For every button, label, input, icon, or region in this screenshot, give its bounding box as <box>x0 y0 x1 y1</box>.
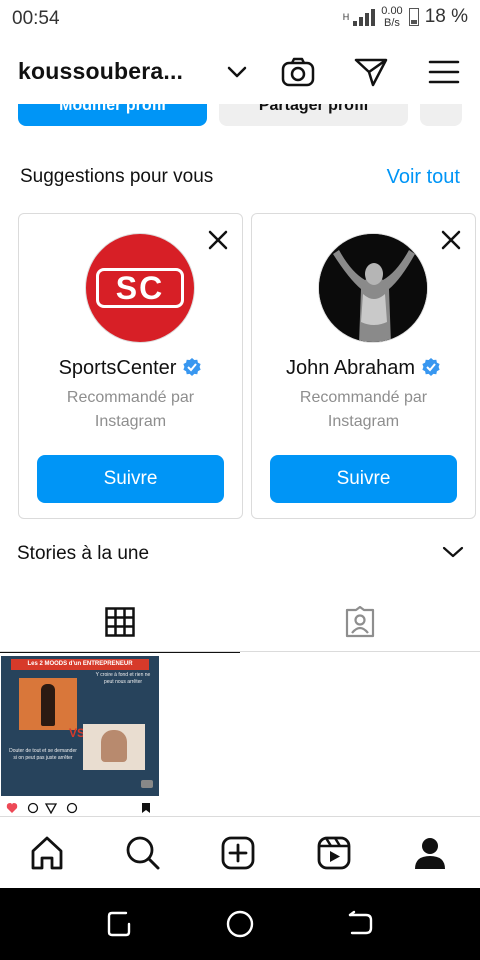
close-icon[interactable] <box>206 228 230 252</box>
suggestion-reason: Recommandé par Instagram <box>66 389 195 430</box>
chevron-down-icon[interactable] <box>442 545 464 564</box>
bottom-navigation <box>0 816 480 888</box>
suggestion-name[interactable]: SportsCenter <box>19 357 242 383</box>
post-banner: Les 2 MOODS d'un ENTREPRENEUR <box>11 659 149 670</box>
tab-tagged[interactable] <box>240 596 480 652</box>
edit-profile-button[interactable]: Modifier profil <box>18 104 207 126</box>
profile-tabs <box>0 596 480 653</box>
avatar[interactable] <box>318 233 428 343</box>
post-photo <box>19 678 77 730</box>
battery-icon <box>408 8 419 26</box>
network-type: H <box>342 11 350 22</box>
close-icon[interactable] <box>439 228 463 252</box>
battery-percent: 18 % <box>424 6 468 27</box>
post-caption: Douter de tout et se demander si on peut… <box>9 748 77 761</box>
see-all-link[interactable]: Voir tout <box>387 166 460 189</box>
suggestion-reason: Recommandé par Instagram <box>299 389 428 430</box>
verified-badge-icon <box>421 357 441 383</box>
profile-header: koussoubera... <box>0 44 480 100</box>
add-post-icon[interactable] <box>214 829 262 877</box>
sportscenter-logo: SC <box>96 268 184 308</box>
tagged-icon <box>343 605 377 643</box>
signal-icon <box>353 8 376 26</box>
tab-posts-grid[interactable] <box>0 596 240 653</box>
profile-icon[interactable] <box>406 829 454 877</box>
camera-icon[interactable] <box>280 54 316 90</box>
status-bar: 00:54 H 0.00 B/s 18 % <box>0 0 480 40</box>
search-icon[interactable] <box>119 829 167 877</box>
grid-icon <box>105 606 135 642</box>
discover-people-button[interactable] <box>420 104 462 126</box>
home-button-icon[interactable] <box>224 908 256 940</box>
post-action-icons <box>6 801 156 815</box>
follow-button[interactable]: Suivre <box>270 455 457 503</box>
post-thumbnail[interactable]: Les 2 MOODS d'un ENTREPRENEUR Y croire à… <box>1 656 159 796</box>
reels-icon[interactable] <box>310 829 358 877</box>
post-photo <box>83 724 145 770</box>
menu-icon[interactable] <box>426 54 462 90</box>
chevron-down-icon[interactable] <box>219 54 255 90</box>
suggestion-card: SC SportsCenter Recommandé par Instagram … <box>18 213 243 519</box>
highlights-title[interactable]: Stories à la une <box>17 543 149 565</box>
share-profile-button[interactable]: Partager profil <box>219 104 408 126</box>
avatar[interactable]: SC <box>85 233 195 343</box>
system-navigation-bar <box>0 888 480 960</box>
recent-apps-icon[interactable] <box>104 908 136 940</box>
suggestion-card: John Abraham Recommandé par Instagram Sui… <box>251 213 476 519</box>
send-icon[interactable] <box>353 54 389 90</box>
username[interactable]: koussoubera... <box>18 58 183 85</box>
post-caption: Y croire à fond et rien ne peut nous arr… <box>95 672 151 685</box>
status-time: 00:54 <box>12 8 60 29</box>
follow-button[interactable]: Suivre <box>37 455 224 503</box>
data-rate: 0.00 B/s <box>381 5 403 29</box>
verified-badge-icon <box>182 357 202 383</box>
back-icon[interactable] <box>344 908 376 940</box>
home-icon[interactable] <box>23 829 71 877</box>
suggestion-name[interactable]: John Abraham <box>252 357 475 383</box>
profile-photo <box>319 234 427 342</box>
suggestions-title: Suggestions pour vous <box>20 166 214 187</box>
camera-icon <box>141 780 153 788</box>
status-indicators: H 0.00 B/s 18 % <box>343 5 468 29</box>
profile-actions: Modifier profil Partager profil <box>18 104 462 126</box>
